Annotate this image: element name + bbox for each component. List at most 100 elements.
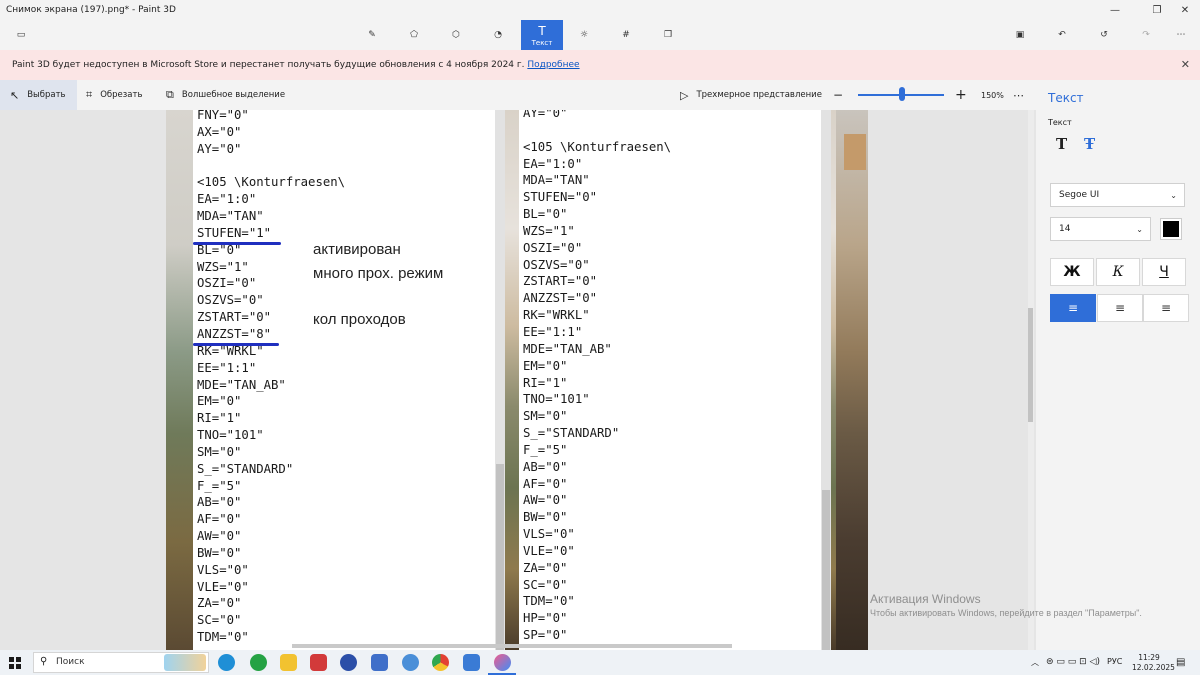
cube-icon: ⬡	[452, 30, 460, 40]
stickers-tool[interactable]: ◔	[477, 20, 519, 50]
3d-text-mode-icon[interactable]: Ŧ	[1084, 135, 1095, 153]
code-line: S_="STANDARD"	[523, 426, 620, 441]
menu-button[interactable]: ▭	[0, 20, 42, 50]
undo-icon: ↶	[1058, 30, 1066, 40]
notification-center-icon[interactable]: ▤	[1176, 657, 1185, 668]
code-line: WZS="1"	[523, 223, 575, 238]
chrome-icon[interactable]	[432, 654, 449, 671]
zoom-slider-thumb[interactable]	[899, 87, 905, 101]
italic-button[interactable]: К	[1096, 258, 1140, 286]
horizontal-scrollbar[interactable]	[292, 644, 732, 648]
whatsapp-icon[interactable]	[250, 654, 267, 671]
window-title: Снимок экрана (197).png* - Paint 3D	[6, 5, 176, 15]
2d-shapes-tool[interactable]: ⬠	[393, 20, 435, 50]
close-notification-icon[interactable]: ✕	[1181, 58, 1190, 71]
align-right-button[interactable]: ≡	[1143, 294, 1189, 322]
magic-select-button[interactable]: ⧉ Волшебное выделение	[166, 80, 285, 110]
align-right-icon: ≡	[1160, 301, 1172, 315]
effects-tool[interactable]: ☼	[563, 20, 605, 50]
3d-shapes-tool[interactable]: ⬡	[435, 20, 477, 50]
file-explorer-icon[interactable]	[280, 654, 297, 671]
zoom-in-button[interactable]: +	[955, 80, 967, 110]
code-line: <105 \Konturfraesen\	[523, 139, 672, 154]
code-line: RI="1"	[197, 411, 242, 426]
shapes-icon: ⬠	[410, 30, 418, 40]
windows-logo-pane	[9, 657, 14, 662]
underline-button[interactable]: Ч	[1142, 258, 1186, 286]
font-size-value: 14	[1059, 224, 1071, 234]
code-line: AX="0"	[197, 124, 242, 139]
ellipsis-icon: ⋯	[1176, 30, 1186, 40]
code-line: SC="0"	[523, 577, 568, 592]
paste-icon: ▣	[1015, 30, 1025, 40]
code-line: EM="0"	[523, 358, 568, 373]
tray-icons[interactable]: ⊜ ▭ ▭ ⊡ ◁)	[1046, 657, 1100, 667]
plus-icon: +	[955, 87, 967, 103]
language-indicator[interactable]: РУС	[1107, 657, 1122, 666]
align-center-button[interactable]: ≡	[1097, 294, 1143, 322]
start-button[interactable]	[9, 657, 21, 669]
network-app-icon[interactable]	[402, 654, 419, 671]
zoom-more-button[interactable]: ⋯	[1013, 80, 1024, 110]
app-icon[interactable]	[310, 654, 327, 671]
3d-view-button[interactable]: ▷ Трехмерное представление	[680, 80, 822, 110]
text-tool[interactable]: T Текст	[521, 20, 563, 50]
text-color-picker[interactable]	[1160, 218, 1182, 240]
right-page-scroll-thumb[interactable]	[822, 490, 830, 650]
activation-watermark: Активация Windows Чтобы активировать Win…	[870, 592, 1142, 618]
edge-icon[interactable]	[218, 654, 235, 671]
code-line: VLE="0"	[523, 543, 575, 558]
tray-chevron-icon[interactable]: ︿	[1031, 657, 1039, 668]
magic-select-icon: ⧉	[166, 88, 174, 101]
close-window-button[interactable]: ✕	[1168, 0, 1200, 20]
code-line: EM="0"	[197, 394, 242, 409]
align-left-icon: ≡	[1067, 301, 1079, 315]
history-button[interactable]: ↺	[1083, 20, 1125, 50]
canvas-scroll-thumb[interactable]	[1028, 308, 1033, 422]
cad-app-icon[interactable]	[371, 654, 388, 671]
paste-button[interactable]: ▣	[999, 20, 1041, 50]
notification-message: Paint 3D будет недоступен в Microsoft St…	[12, 60, 580, 70]
brushes-tool[interactable]: ✎	[351, 20, 393, 50]
minimize-icon: —	[1110, 4, 1120, 16]
clock[interactable]: 11:29 12.02.2025	[1132, 653, 1175, 673]
windows-logo-pane	[16, 657, 21, 662]
cursor-icon: ↖	[10, 88, 20, 102]
zoom-level: 150%	[981, 90, 1004, 100]
code-line: OSZI="0"	[523, 240, 583, 255]
font-size-select[interactable]: 14 ⌄	[1050, 217, 1151, 241]
code-line: OSZVS="0"	[197, 293, 264, 308]
undo-button[interactable]: ↶	[1041, 20, 1083, 50]
more-button[interactable]: ⋯	[1160, 20, 1200, 50]
font-family-select[interactable]: Segoe UI ⌄	[1050, 183, 1185, 207]
minimize-button[interactable]: —	[1098, 0, 1132, 20]
select-button[interactable]: ↖ Выбрать	[0, 80, 77, 110]
notepad-icon[interactable]	[463, 654, 480, 671]
align-left-button[interactable]: ≡	[1050, 294, 1096, 322]
folder-icon: ▭	[16, 30, 26, 40]
learn-more-link[interactable]: Подробнее	[527, 60, 579, 70]
3d-library-tool[interactable]: ❒	[647, 20, 689, 50]
code-line: MDE="TAN_AB"	[523, 341, 612, 356]
left-page-scroll-thumb[interactable]	[496, 464, 504, 650]
text-tool-label: Текст	[531, 38, 553, 47]
code-line: HP="0"	[523, 611, 568, 626]
code-line: S_="STANDARD"	[197, 461, 294, 476]
right-page-scrollbar[interactable]	[821, 110, 831, 650]
code-line: VLS="0"	[523, 527, 575, 542]
crop-button[interactable]: ⌗ Обрезать	[86, 80, 142, 110]
canvas-vertical-scrollbar[interactable]	[1028, 110, 1034, 650]
yandex-icon[interactable]	[340, 654, 357, 671]
text-icon: T	[538, 23, 546, 38]
background-cliff-right	[836, 110, 868, 650]
left-page-scrollbar[interactable]	[495, 110, 505, 650]
text-mode-icon[interactable]: T	[1056, 135, 1067, 153]
code-line: EA="1:0"	[197, 192, 257, 207]
bold-button[interactable]: Ж	[1050, 258, 1094, 286]
paint-3d-icon[interactable]	[494, 654, 511, 671]
code-line: AF="0"	[197, 512, 242, 527]
canvas-tool[interactable]: #	[605, 20, 647, 50]
zoom-out-button[interactable]: −	[833, 80, 843, 110]
annotation-pass-count: кол проходов	[313, 311, 406, 328]
taskbar-search[interactable]: ⚲ Поиск	[33, 652, 209, 673]
